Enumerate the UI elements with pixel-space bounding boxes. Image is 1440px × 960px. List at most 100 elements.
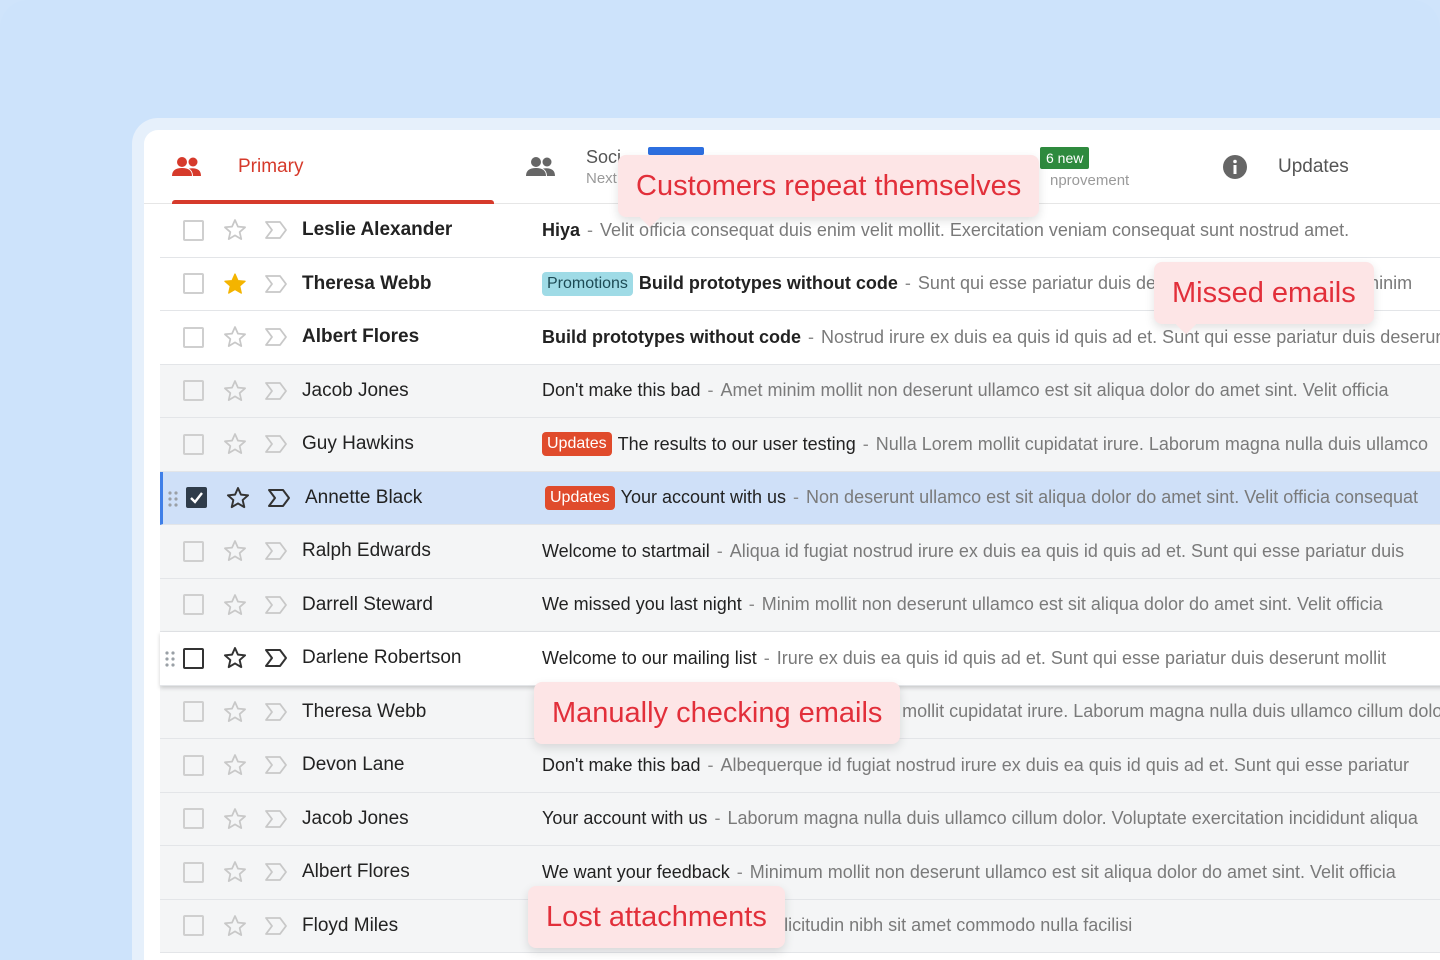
star-icon[interactable] <box>222 699 248 725</box>
email-row[interactable]: Devon Lane Don't make this bad - Albequerqu… <box>160 739 1440 793</box>
email-snippet: Irure ex duis ea quis id quis ad et. Sun… <box>776 647 1387 668</box>
inbox-panel: Primary Soci Next 6 new nprovement Updat… <box>144 130 1440 960</box>
important-marker-icon[interactable] <box>263 379 289 403</box>
email-snippet: Nulla Lorem mollit cupidatat irure. Labo… <box>875 433 1428 454</box>
important-marker-icon[interactable] <box>266 486 292 510</box>
email-sender: Guy Hawkins <box>302 433 414 455</box>
row-checkbox[interactable] <box>183 273 204 295</box>
star-icon[interactable] <box>222 378 248 404</box>
email-row[interactable]: Jacob Jones Don't make this bad - Amet mini… <box>160 364 1440 418</box>
star-icon[interactable] <box>222 913 248 939</box>
subject-separator: - <box>707 380 714 401</box>
star-icon[interactable] <box>222 271 248 297</box>
email-row[interactable]: Floyd Miles adipiscing elit duis tristiqu… <box>160 899 1440 953</box>
star-icon[interactable] <box>222 538 248 564</box>
label-chip: Promotions <box>542 271 633 296</box>
email-subject: Your account with us <box>542 808 708 829</box>
drag-handle-icon[interactable] <box>167 490 179 508</box>
label-chip: Updates <box>545 485 615 510</box>
star-icon[interactable] <box>222 324 248 350</box>
tab-primary[interactable]: Primary <box>172 130 494 204</box>
email-row[interactable]: Annette Black Updates Your account with us… <box>160 471 1440 525</box>
important-marker-icon[interactable] <box>263 807 289 831</box>
email-sender: Annette Black <box>305 486 423 508</box>
email-message: Don't make this bad - Amet minim mollit no… <box>542 380 1440 401</box>
email-subject: Build prototypes without code <box>542 326 801 347</box>
people-icon <box>172 152 202 182</box>
label-chip: Updates <box>542 432 612 457</box>
email-snippet: Amet minim mollit non deserunt ullamco e… <box>720 380 1389 401</box>
callout-manual-text: Manually checking emails <box>552 697 883 729</box>
email-row[interactable]: Ralph Edwards Welcome to startmail - Aliqua… <box>160 525 1440 579</box>
callout-missed: Missed emails <box>1154 262 1374 335</box>
subject-separator: - <box>763 647 770 668</box>
important-marker-icon[interactable] <box>263 700 289 724</box>
people-icon <box>526 152 556 182</box>
subject-separator: - <box>587 219 594 240</box>
email-row[interactable]: Jacob Jones Your account with us - Laborum … <box>160 792 1440 846</box>
row-checkbox[interactable] <box>183 701 204 723</box>
star-icon[interactable] <box>222 431 248 457</box>
row-checkbox[interactable] <box>183 326 204 348</box>
email-row[interactable]: Darlene Robertson Welcome to our mailing … <box>160 632 1440 686</box>
row-checkbox[interactable] <box>183 915 204 937</box>
tab-updates[interactable]: Updates <box>1220 130 1440 204</box>
tab-social-title: Soci <box>586 147 622 167</box>
info-icon <box>1220 152 1250 182</box>
row-checkbox[interactable] <box>183 861 204 883</box>
row-checkbox[interactable] <box>183 647 204 669</box>
row-checkbox[interactable] <box>183 433 204 455</box>
important-marker-icon[interactable] <box>263 914 289 938</box>
email-row[interactable]: Darrell Steward We missed you last night -… <box>160 578 1440 632</box>
important-marker-icon[interactable] <box>263 753 289 777</box>
tab-primary-label: Primary <box>238 156 304 177</box>
email-subject: Don't make this bad <box>542 754 701 775</box>
star-icon[interactable] <box>222 592 248 618</box>
important-marker-icon[interactable] <box>263 325 289 349</box>
important-marker-icon[interactable] <box>263 218 289 242</box>
important-marker-icon[interactable] <box>263 539 289 563</box>
row-checkbox[interactable] <box>183 808 204 830</box>
star-icon[interactable] <box>222 217 248 243</box>
row-checkbox[interactable] <box>183 380 204 402</box>
row-checkbox[interactable] <box>186 487 207 509</box>
email-message: Your account with us - Laborum magna nulla… <box>542 808 1440 829</box>
email-sender: Leslie Alexander <box>302 219 453 241</box>
email-snippet: Nostrud irure ex duis ea quis id quis ad… <box>821 326 1440 347</box>
email-sender: Darlene Robertson <box>302 647 462 669</box>
email-subject: Don't make this bad <box>542 380 701 401</box>
important-marker-icon[interactable] <box>263 272 289 296</box>
star-icon[interactable] <box>222 806 248 832</box>
email-snippet: Laborum magna nulla duis ullamco cillum … <box>727 808 1418 829</box>
email-sender: Jacob Jones <box>302 379 409 401</box>
email-subject: Welcome to our mailing list <box>542 647 757 668</box>
social-new-badge <box>648 147 704 155</box>
subject-separator: - <box>808 326 814 347</box>
star-icon[interactable] <box>222 645 248 671</box>
drag-handle-icon[interactable] <box>164 650 176 668</box>
row-checkbox[interactable] <box>183 594 204 616</box>
email-row[interactable]: Guy Hawkins Updates The results to our use… <box>160 418 1440 472</box>
star-icon[interactable] <box>225 485 251 511</box>
callout-repeat-text: Customers repeat themselves <box>636 170 1022 202</box>
row-checkbox[interactable] <box>183 219 204 241</box>
email-subject: We want your feedback <box>542 861 730 882</box>
email-sender: Theresa Webb <box>302 700 427 722</box>
star-icon[interactable] <box>222 859 248 885</box>
important-marker-icon[interactable] <box>263 593 289 617</box>
row-checkbox[interactable] <box>183 540 204 562</box>
row-checkbox[interactable] <box>183 754 204 776</box>
important-marker-icon[interactable] <box>263 432 289 456</box>
important-marker-icon[interactable] <box>263 860 289 884</box>
email-snippet: Aliqua id fugiat nostrud irure ex duis e… <box>729 540 1405 561</box>
email-row[interactable]: Albert Flores We want your feedback - Minim… <box>160 846 1440 900</box>
important-marker-icon[interactable] <box>263 646 289 670</box>
callout-missed-text: Missed emails <box>1172 277 1356 309</box>
email-sender: Albert Flores <box>302 326 420 348</box>
email-subject: Welcome to startmail <box>542 540 710 561</box>
email-message: Welcome to startmail - Aliqua id fugiat no… <box>542 541 1440 562</box>
email-snippet: Minimum mollit non deserunt ullamco est … <box>749 861 1396 882</box>
tab-social-subtitle: Next <box>586 170 617 187</box>
email-sender: Albert Flores <box>302 861 410 883</box>
star-icon[interactable] <box>222 752 248 778</box>
